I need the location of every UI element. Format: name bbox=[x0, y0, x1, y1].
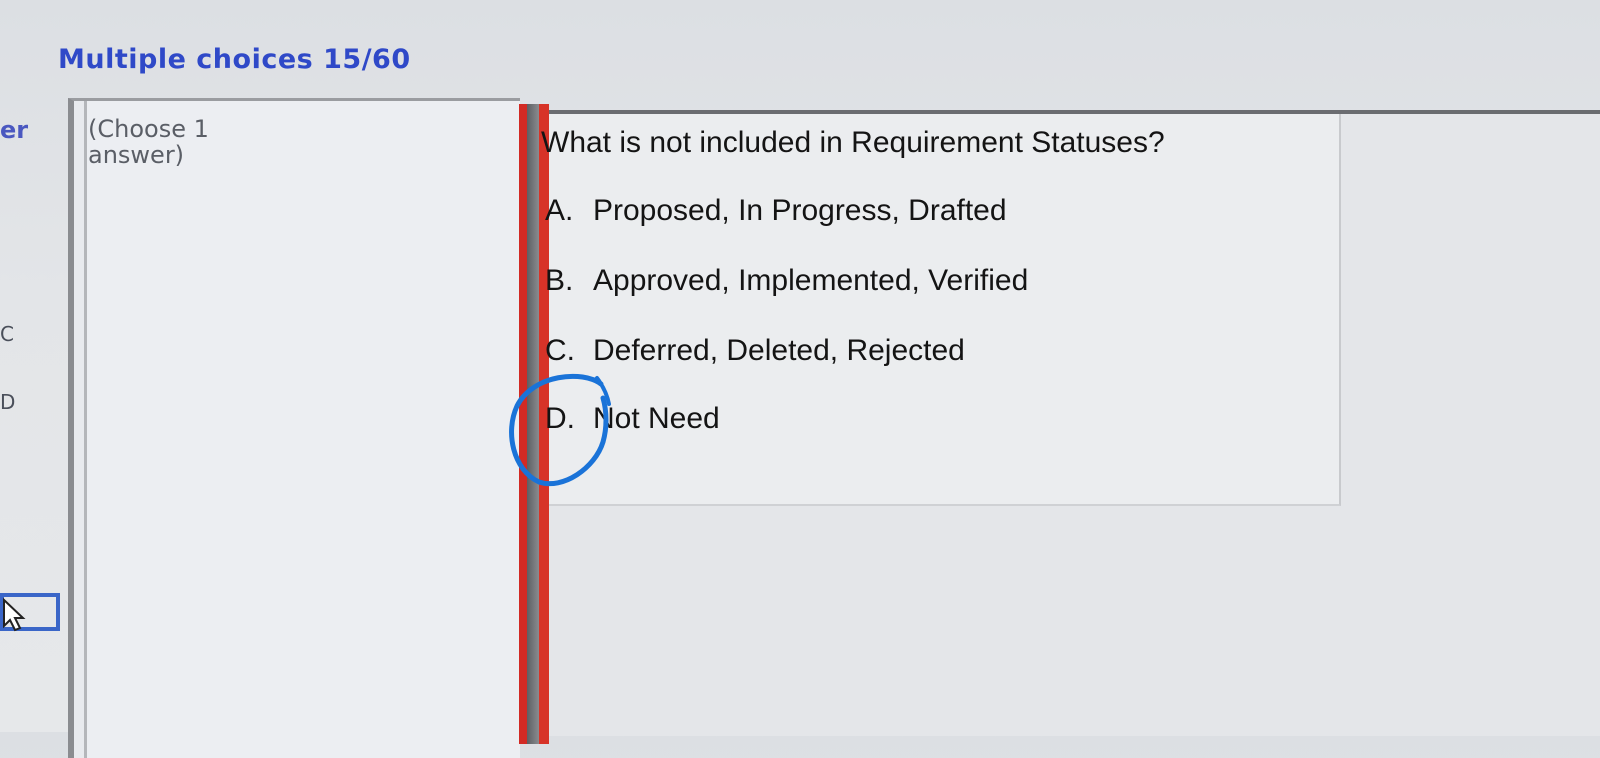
option-b-letter: B. bbox=[545, 264, 574, 297]
answer-panel-inner bbox=[84, 101, 520, 758]
side-option-c[interactable]: C bbox=[0, 322, 14, 346]
option-b[interactable]: B. Approved, Implemented, Verified bbox=[545, 264, 1028, 298]
question-box: What is not included in Requirement Stat… bbox=[541, 114, 1341, 506]
option-c-text: Deferred, Deleted, Rejected bbox=[593, 334, 965, 367]
answer-panel bbox=[68, 98, 520, 758]
option-d-text: Not Need bbox=[593, 402, 720, 435]
side-answer-strip: er C D bbox=[0, 0, 60, 732]
option-c[interactable]: C. Deferred, Deleted, Rejected bbox=[545, 334, 965, 368]
option-d-letter: D. bbox=[545, 402, 575, 435]
option-a-letter: A. bbox=[545, 194, 574, 227]
question-panel: What is not included in Requirement Stat… bbox=[541, 110, 1600, 736]
side-label: er bbox=[0, 116, 29, 144]
mouse-cursor-icon bbox=[0, 593, 60, 632]
choose-hint: (Choose 1 answer) bbox=[88, 115, 209, 169]
exam-title: Multiple choices 15/60 bbox=[58, 44, 411, 75]
option-c-letter: C. bbox=[545, 334, 575, 367]
panel-divider[interactable] bbox=[519, 104, 527, 744]
option-a[interactable]: A. Proposed, In Progress, Drafted bbox=[545, 194, 1007, 228]
panel-divider-shadow bbox=[527, 104, 539, 744]
option-a-text: Proposed, In Progress, Drafted bbox=[593, 194, 1007, 227]
option-d[interactable]: D. Not Need bbox=[545, 402, 720, 436]
option-b-text: Approved, Implemented, Verified bbox=[593, 264, 1029, 297]
question-text: What is not included in Requirement Stat… bbox=[541, 126, 1165, 159]
side-option-d[interactable]: D bbox=[0, 390, 15, 414]
